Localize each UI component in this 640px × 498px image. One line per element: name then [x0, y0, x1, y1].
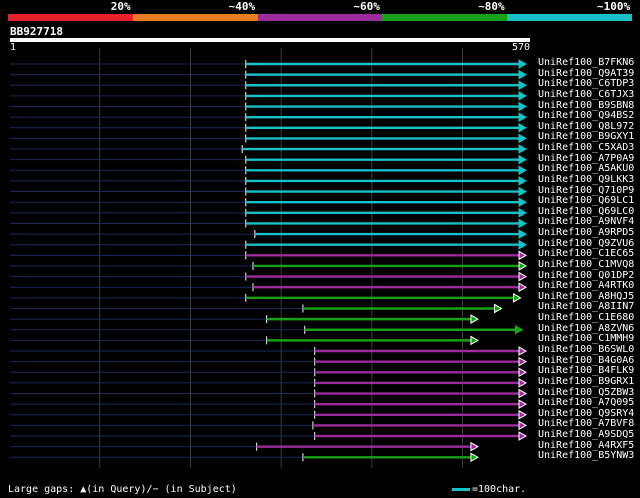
hit-row[interactable] — [10, 101, 528, 112]
hit-arrow-head — [518, 207, 528, 218]
hit-row[interactable] — [10, 409, 528, 420]
hit-arrow-head — [518, 367, 528, 378]
hit-arrow-head — [518, 261, 528, 271]
hit-row[interactable] — [10, 229, 528, 239]
hit-row[interactable] — [10, 250, 528, 261]
hit-arrow-head — [518, 133, 528, 144]
hit-arrow-head — [518, 122, 528, 133]
hit-arrow-head — [518, 91, 528, 101]
hit-row[interactable] — [10, 144, 528, 154]
hit-row[interactable] — [10, 80, 528, 91]
hit-row[interactable] — [10, 261, 528, 271]
hit-arrow-head — [513, 292, 522, 303]
scale-bar-icon — [452, 487, 470, 491]
hit-row[interactable] — [10, 356, 528, 367]
hit-arrow-head — [518, 409, 528, 420]
hit-row[interactable] — [10, 282, 528, 293]
hit-row[interactable] — [10, 367, 528, 378]
hit-arrow-head — [518, 197, 528, 208]
hit-arrow-head — [518, 218, 528, 229]
hit-arrow-head — [518, 176, 528, 186]
hit-id-link[interactable]: UniRef100_B6SWL0 — [538, 344, 634, 356]
hit-id-link[interactable]: UniRef100_Q9LKK3 — [538, 174, 634, 186]
scale-legend: =100char. — [452, 484, 526, 495]
hit-row[interactable] — [10, 441, 479, 452]
hit-id-link[interactable]: UniRef100_A9SDQ5 — [538, 430, 634, 441]
hit-row[interactable] — [10, 176, 528, 186]
hit-row[interactable] — [10, 399, 528, 410]
gaps-query-text: ▲(in Query)/ — [80, 484, 153, 495]
hit-id-link[interactable]: UniRef100_C1MVQ8 — [538, 259, 634, 271]
hit-arrow-head — [518, 239, 528, 250]
hit-row[interactable] — [10, 218, 528, 229]
hit-arrow-head — [518, 399, 528, 410]
hit-arrow-head — [518, 282, 528, 293]
hit-row[interactable] — [10, 59, 528, 69]
hit-row[interactable] — [10, 335, 479, 346]
hit-id-link[interactable]: UniRef100_C5XAD3 — [538, 143, 634, 154]
hit-arrow-head — [470, 452, 479, 463]
hit-arrow-head — [518, 346, 528, 356]
scale-legend-text: =100char. — [472, 484, 527, 495]
hit-arrow-head — [518, 165, 528, 176]
hit-id-link[interactable]: UniRef100_B9GRX1 — [538, 376, 634, 388]
hit-arrow-head — [470, 314, 479, 324]
hit-row[interactable] — [10, 271, 528, 282]
hit-row[interactable] — [10, 324, 524, 335]
hit-row[interactable] — [10, 91, 528, 101]
hit-row[interactable] — [10, 452, 479, 463]
gaps-legend: Large gaps: ▲(in Query)/− (in Subject) — [8, 484, 237, 495]
hit-row[interactable] — [10, 378, 528, 388]
hit-row[interactable] — [10, 314, 479, 324]
hit-arrow-head — [518, 144, 528, 154]
hit-arrow-head — [518, 388, 528, 399]
hit-arrow-head — [518, 378, 528, 388]
hit-arrow-head — [518, 80, 528, 91]
hit-arrow-head — [518, 186, 528, 197]
hit-row[interactable] — [10, 197, 528, 208]
hit-row[interactable] — [10, 207, 528, 218]
hit-row[interactable] — [10, 186, 528, 197]
hit-id-link[interactable]: UniRef100_B7FKN6 — [538, 57, 634, 69]
hit-arrow-head — [514, 324, 524, 335]
hit-arrow-head — [518, 250, 528, 261]
hit-arrow-head — [518, 101, 528, 112]
hit-row[interactable] — [10, 239, 528, 250]
hit-arrow-head — [518, 154, 528, 165]
hit-arrow-head — [518, 112, 528, 123]
hit-row[interactable] — [10, 69, 528, 80]
hit-arrow-head — [518, 420, 528, 431]
hit-arrow-head — [518, 271, 528, 282]
hit-row[interactable] — [10, 346, 528, 356]
hit-arrow-head — [494, 303, 503, 314]
hit-arrow-head — [518, 59, 528, 69]
hit-id-link[interactable]: UniRef100_C6TJX3 — [538, 89, 634, 101]
hit-arrow-head — [470, 441, 479, 452]
gaps-label: Large gaps: — [8, 484, 81, 495]
gaps-subject-text: − (in Subject) — [152, 484, 237, 495]
hit-row[interactable] — [10, 420, 528, 431]
hit-row[interactable] — [10, 122, 528, 133]
hit-arrow-head — [518, 229, 528, 239]
hit-row[interactable] — [10, 112, 528, 123]
hit-row[interactable] — [10, 165, 528, 176]
hit-row[interactable] — [10, 133, 528, 144]
hit-arrow-head — [518, 356, 528, 367]
hit-id-link[interactable]: UniRef100_B5YNW3 — [538, 451, 634, 462]
hit-arrow-head — [518, 431, 528, 441]
hit-arrow-head — [470, 335, 479, 346]
hit-row[interactable] — [10, 292, 522, 303]
hit-row[interactable] — [10, 431, 528, 441]
hit-row[interactable] — [10, 388, 528, 399]
hit-id-link[interactable]: UniRef100_A9RPD5 — [538, 228, 634, 239]
hit-row[interactable] — [10, 154, 528, 165]
hit-row[interactable] — [10, 303, 503, 314]
hit-arrow-head — [518, 69, 528, 80]
